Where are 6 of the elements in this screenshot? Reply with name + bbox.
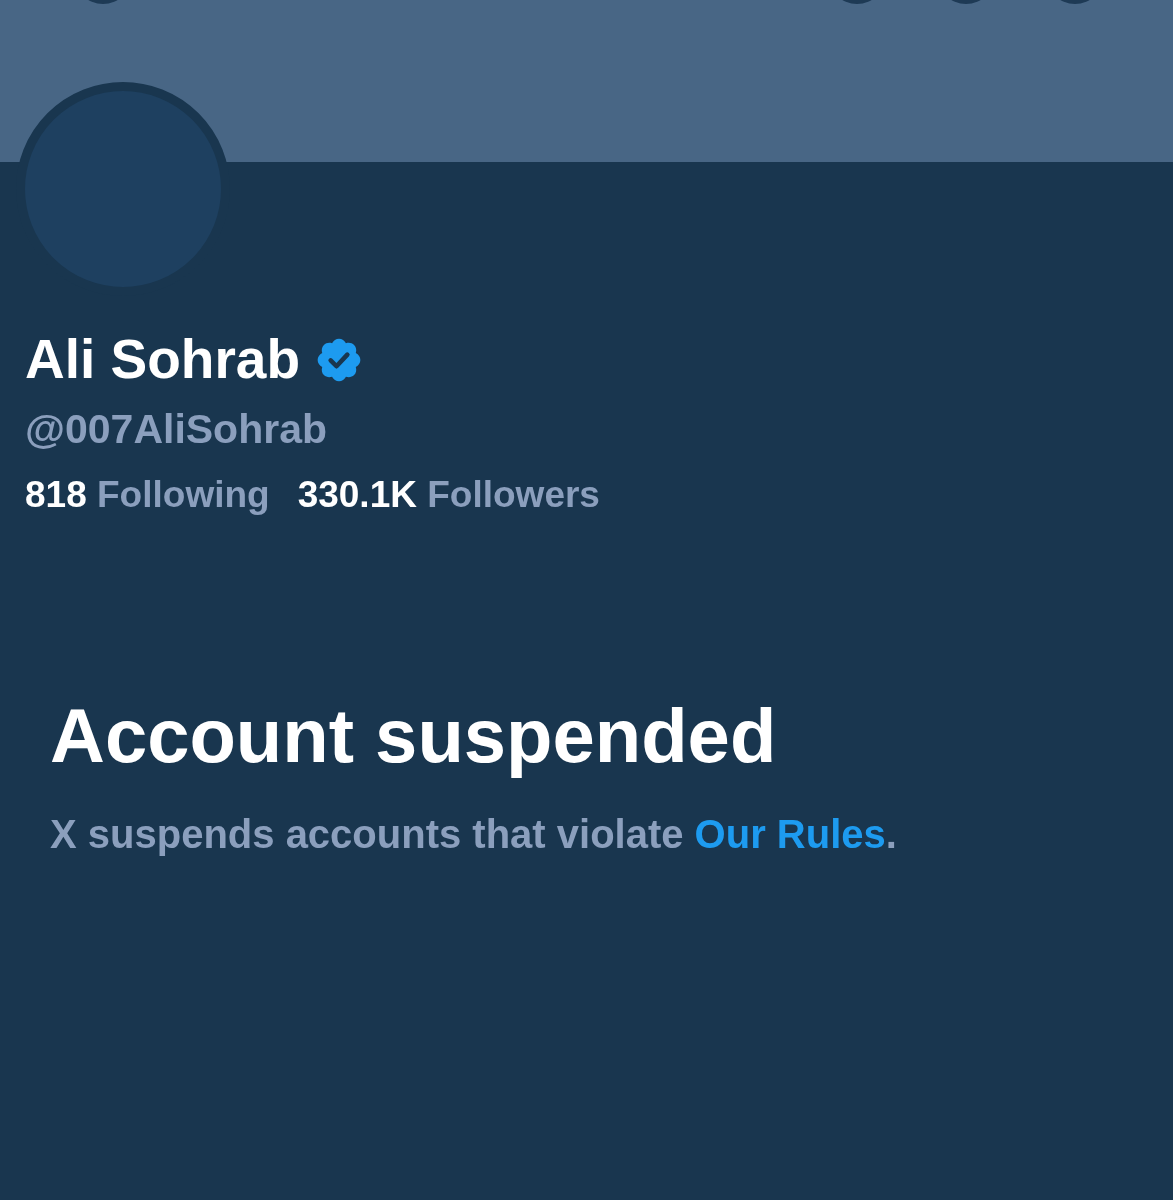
stat-link[interactable]: 330.1K Followers [297, 476, 600, 513]
stat-link[interactable]: 818 Following [25, 476, 270, 513]
notice-message: X suspends accounts that violate Our Rules. [50, 814, 898, 854]
profile-name: Ali Sohrab [25, 332, 301, 387]
profile-handle: @007AliSohrab [25, 409, 328, 450]
rules-link[interactable]: Our Rules [694, 812, 886, 856]
